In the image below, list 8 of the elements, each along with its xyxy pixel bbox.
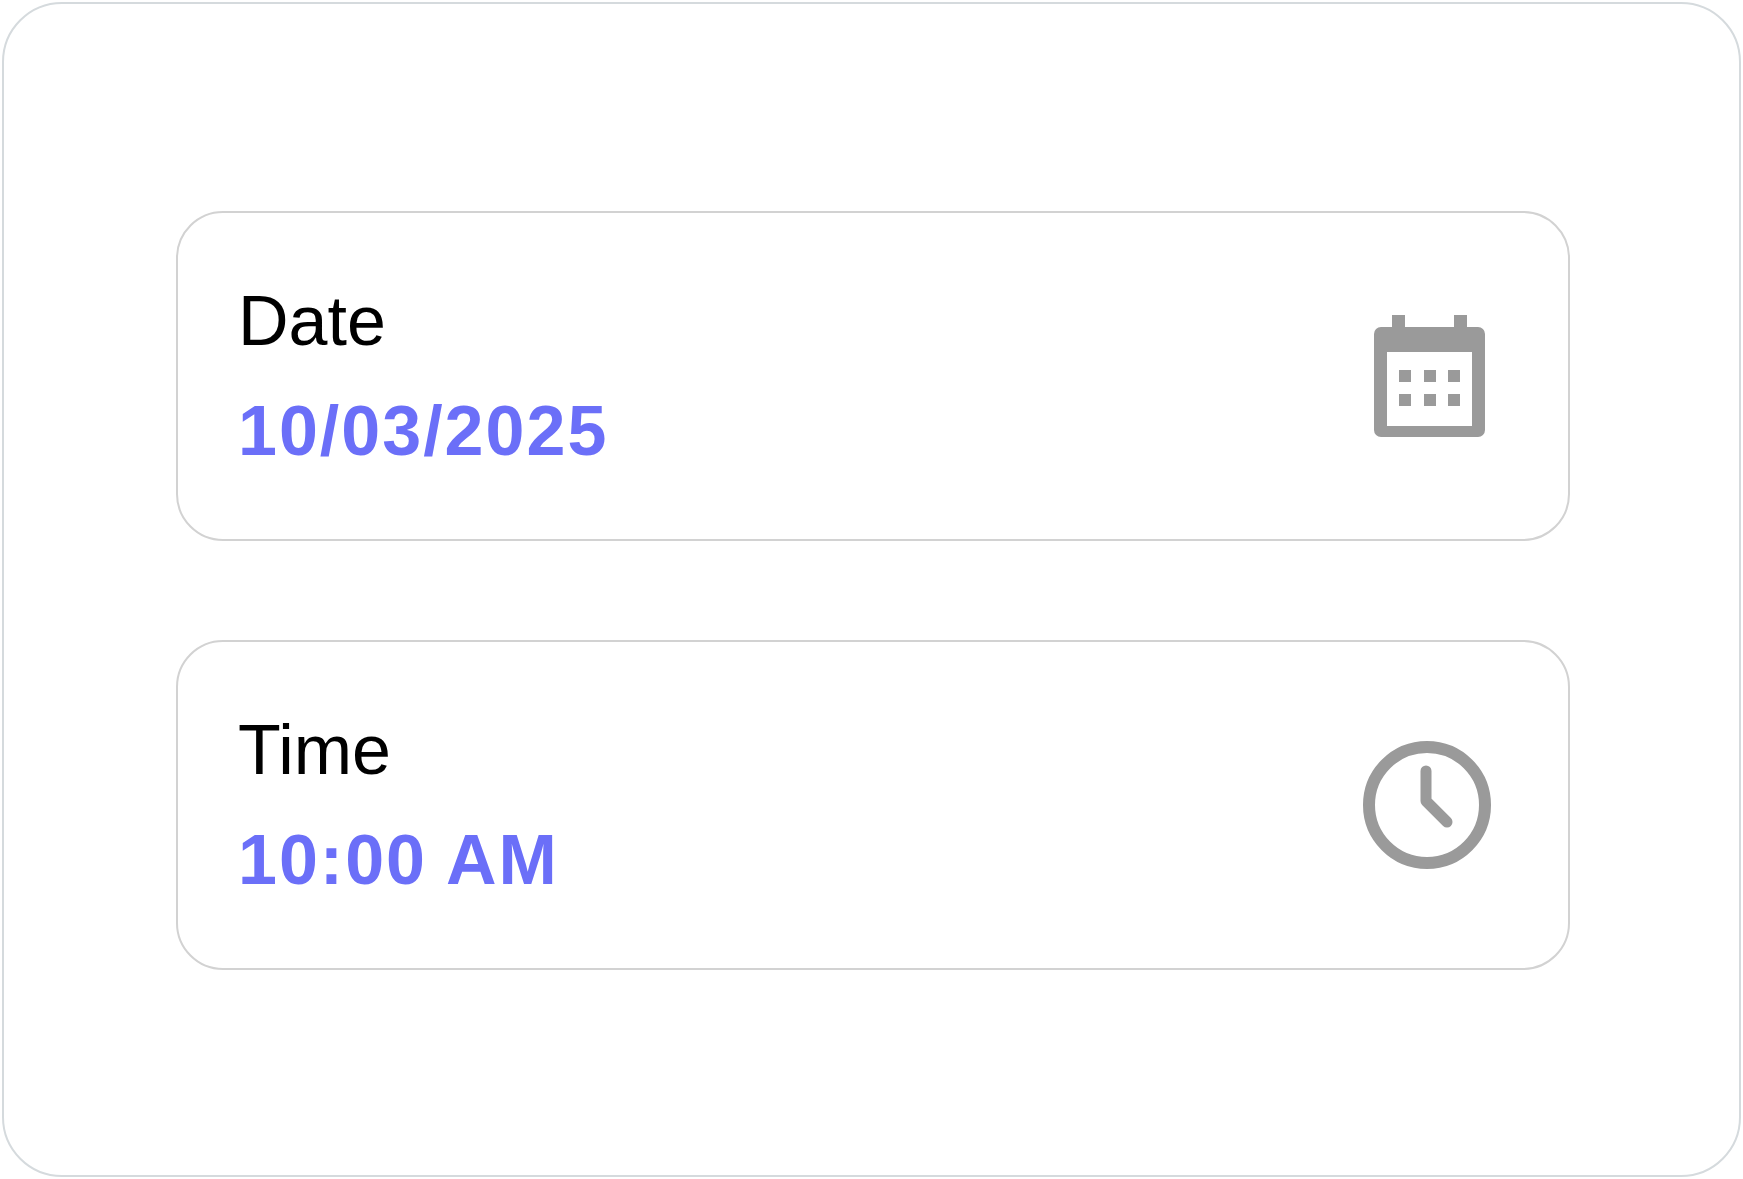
- clock-icon: [1363, 741, 1491, 869]
- field-value: 10:00 AM: [238, 820, 559, 901]
- calendar-icon: [1374, 315, 1485, 437]
- field-label: Date: [238, 281, 386, 362]
- time-picker-field[interactable]: Time 10:00 AM: [176, 640, 1570, 970]
- field-label: Time: [238, 710, 391, 791]
- field-value: 10/03/2025: [238, 391, 609, 472]
- date-picker-field[interactable]: Date 10/03/2025: [176, 211, 1570, 541]
